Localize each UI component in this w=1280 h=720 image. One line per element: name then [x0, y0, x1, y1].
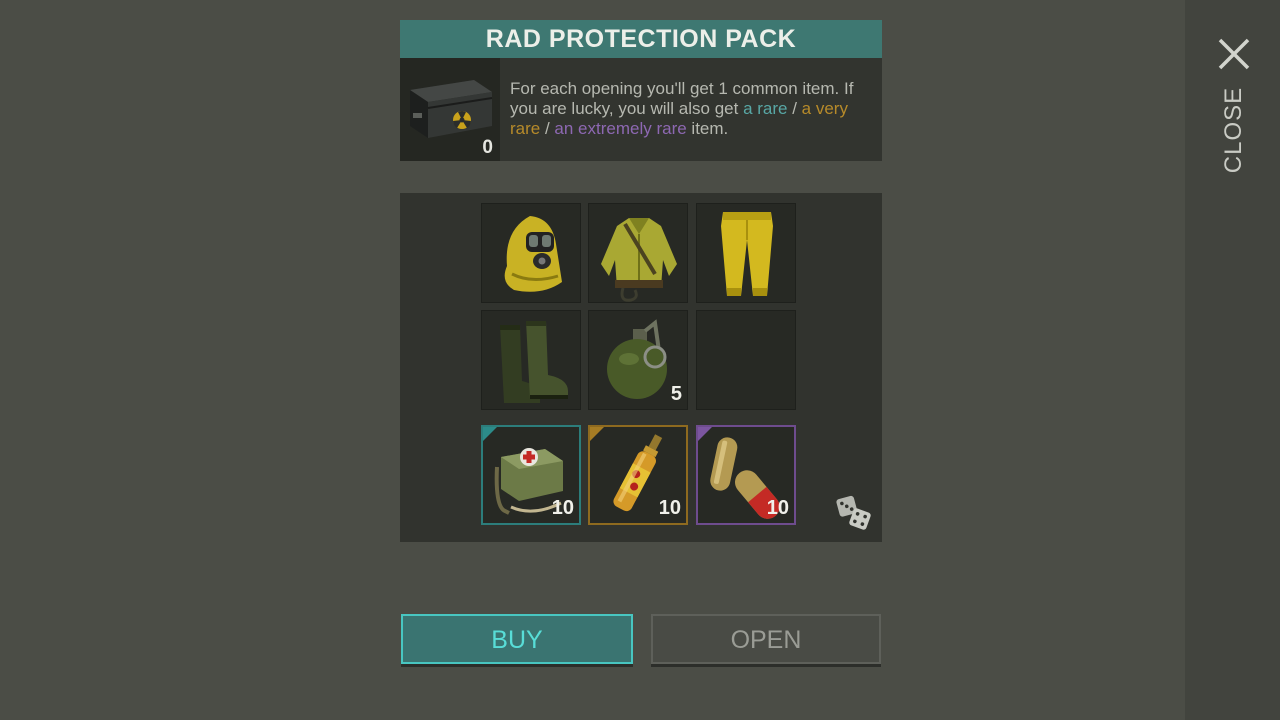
item-slot-ampoule[interactable]: 10 [588, 425, 688, 525]
item-slot-pills[interactable]: 10 [696, 425, 796, 525]
rubber-boots-icon [500, 321, 568, 403]
separator: / [787, 99, 802, 118]
crate-count: 0 [482, 137, 493, 158]
hazmat-hood-icon [504, 216, 562, 292]
close-icon[interactable] [1217, 37, 1251, 71]
separator: / [540, 119, 555, 138]
open-button[interactable]: OPEN [651, 614, 881, 664]
pack-description: For each opening you'll get 1 common ite… [510, 79, 872, 139]
item-quantity: 5 [670, 383, 682, 405]
item-quantity: 10 [551, 497, 574, 519]
hazmat-pants-icon [721, 212, 773, 296]
item-slot-empty[interactable] [696, 310, 796, 410]
extremely-rare-label: an extremely rare [554, 119, 687, 138]
items-panel: 5 10 10 10 [400, 193, 882, 542]
item-slot-hazmat-pants[interactable] [696, 203, 796, 303]
rare-label: a rare [743, 99, 788, 118]
pack-info: 0 For each opening you'll get 1 common i… [400, 58, 882, 161]
item-slot-hazmat-jacket[interactable] [588, 203, 688, 303]
item-quantity: 10 [766, 497, 789, 519]
item-slot-medical-bag[interactable]: 10 [481, 425, 581, 525]
crate-slot: 0 [400, 58, 500, 161]
item-slot-hazmat-hood[interactable] [481, 203, 581, 303]
hazmat-jacket-icon [601, 218, 677, 302]
item-quantity: 10 [658, 497, 681, 519]
buy-button[interactable]: BUY [401, 614, 633, 664]
description-end: item. [686, 119, 729, 138]
close-button[interactable]: CLOSE [1220, 87, 1248, 173]
dice-icon[interactable] [836, 495, 872, 531]
pack-title: RAD PROTECTION PACK [400, 20, 882, 58]
item-slot-rubber-boots[interactable] [481, 310, 581, 410]
item-slot-grenade[interactable]: 5 [588, 310, 688, 410]
